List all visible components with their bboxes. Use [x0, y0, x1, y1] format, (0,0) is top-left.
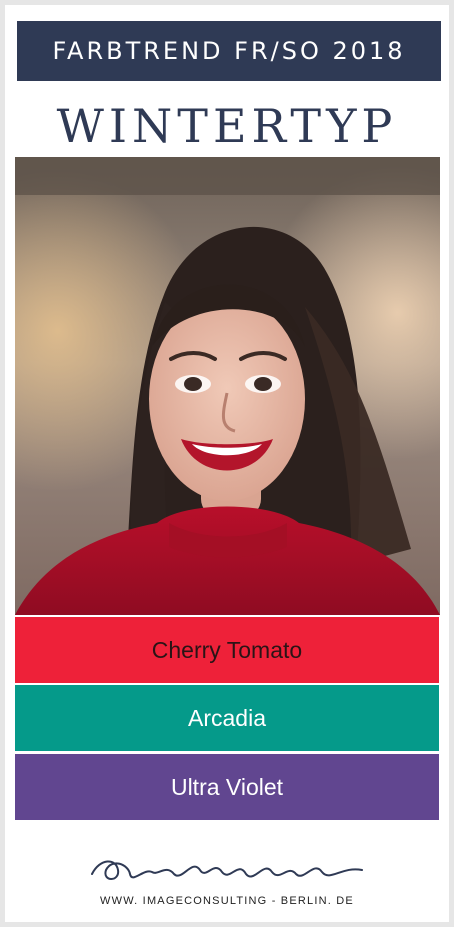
website-url: WWW. IMAGECONSULTING - BERLIN. DE: [100, 895, 354, 907]
color-swatch-ultra-violet: Ultra Violet: [15, 754, 439, 820]
main-title: WINTERTYP: [56, 99, 398, 153]
signature-icon: [91, 860, 363, 880]
infographic-card: FARBTREND FR/SO 2018 WINTERTYP Cherry To…: [5, 5, 449, 922]
color-swatch-cherry-tomato: Cherry Tomato: [15, 617, 439, 683]
portrait-photo-icon: [15, 157, 440, 615]
page: FARBTREND FR/SO 2018 WINTERTYP Cherry To…: [0, 0, 454, 927]
color-swatch-arcadia: Arcadia: [15, 685, 439, 751]
banner-text: FARBTREND FR/SO 2018: [52, 37, 406, 65]
swatch-label: Ultra Violet: [170, 773, 284, 800]
portrait-photo: [15, 157, 440, 615]
top-banner: FARBTREND FR/SO 2018: [17, 21, 441, 81]
swatch-label: Cherry Tomato: [151, 636, 303, 663]
swatch-label: Arcadia: [188, 704, 266, 731]
signature-logo: [5, 847, 449, 889]
